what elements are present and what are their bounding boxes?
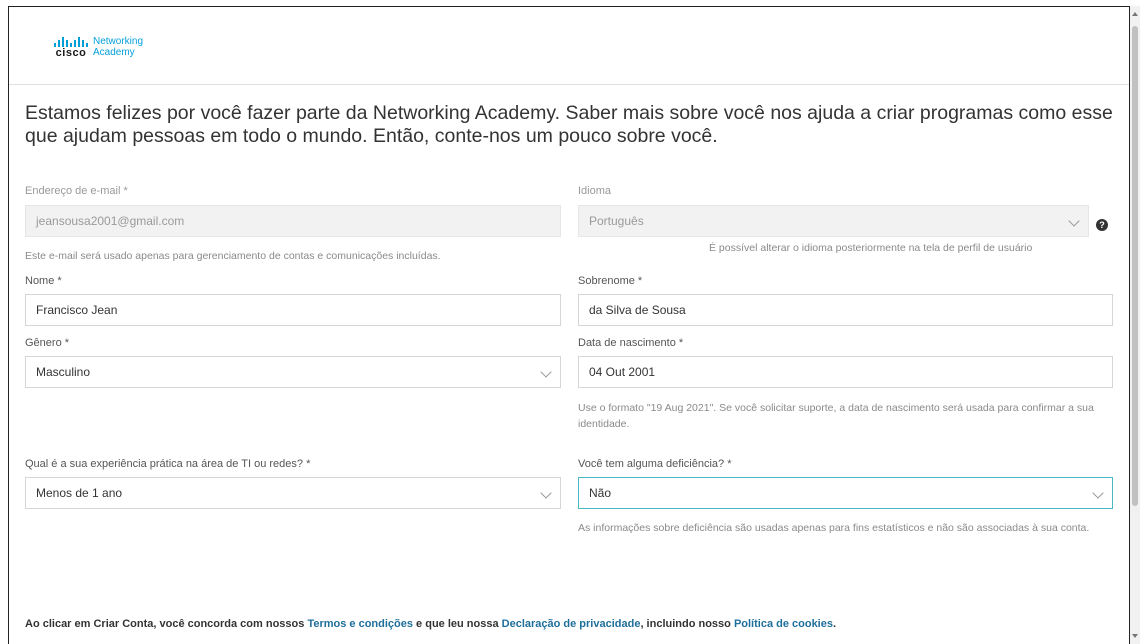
cisco-logo-mark: cisco: [54, 37, 88, 59]
email-value: jeansousa2001@gmail.com: [36, 214, 185, 228]
scrollbar-thumb[interactable]: [1132, 26, 1138, 506]
disability-label: Você tem alguma deficiência? *: [578, 458, 732, 470]
first-name-input[interactable]: Francisco Jean: [25, 294, 561, 326]
experience-label: Qual é a sua experiência prática na área…: [25, 458, 311, 470]
last-name-value: da Silva de Sousa: [589, 303, 686, 317]
page-frame: cisco Networking Academy Estamos felizes…: [8, 6, 1130, 644]
terms-middle2: , incluindo nosso: [640, 618, 734, 630]
cisco-wordmark: cisco: [55, 47, 87, 59]
email-label: Endereço de e-mail *: [25, 185, 128, 197]
help-icon[interactable]: ?: [1096, 219, 1108, 231]
first-name-value: Francisco Jean: [36, 303, 118, 317]
intro-text: Estamos felizes por você fazer parte da …: [25, 102, 1113, 147]
gender-select[interactable]: Masculino: [25, 356, 561, 388]
product-name: Networking Academy: [93, 36, 143, 58]
terms-text: Ao clicar em Criar Conta, você concorda …: [25, 618, 836, 630]
terms-middle: e que leu nossa: [413, 618, 502, 630]
chevron-down-icon: [1068, 215, 1080, 227]
gender-label: Gênero *: [25, 337, 70, 349]
disability-value: Não: [589, 486, 612, 500]
terms-prefix: Ao clicar em Criar Conta, você concorda …: [25, 618, 308, 630]
chevron-down-icon: [540, 487, 552, 499]
birth-date-label: Data de nascimento *: [578, 337, 684, 349]
scroll-up-arrow-icon[interactable]: [1132, 12, 1138, 16]
product-name-line2: Academy: [93, 47, 135, 58]
last-name-input[interactable]: da Silva de Sousa: [578, 294, 1113, 326]
scroll-down-arrow-icon[interactable]: [1132, 634, 1138, 638]
chevron-down-icon: [1092, 487, 1104, 499]
disability-hint: As informações sobre deficiência são usa…: [578, 522, 1090, 534]
header: cisco Networking Academy: [9, 7, 1129, 85]
privacy-link[interactable]: Declaração de privacidade: [502, 618, 641, 630]
experience-value: Menos de 1 ano: [36, 486, 123, 500]
language-value: Português: [589, 214, 644, 228]
disability-select[interactable]: Não: [578, 477, 1113, 509]
birth-date-value: 04 Out 2001: [589, 365, 656, 379]
language-select: Português: [578, 205, 1089, 237]
email-field: jeansousa2001@gmail.com: [25, 205, 561, 237]
vertical-scrollbar[interactable]: [1130, 6, 1140, 644]
terms-suffix: .: [832, 618, 837, 630]
birth-date-hint: Use o formato "19 Aug 2021". Se você sol…: [578, 402, 1094, 430]
birth-date-input[interactable]: 04 Out 2001: [578, 356, 1113, 388]
cisco-networking-academy-logo: cisco Networking Academy: [54, 36, 143, 59]
cisco-bars-icon: [54, 37, 88, 47]
last-name-label: Sobrenome *: [578, 275, 643, 287]
language-hint: É possível alterar o idioma posteriormen…: [709, 242, 1033, 254]
chevron-down-icon: [540, 366, 552, 378]
cookies-link[interactable]: Política de cookies: [734, 618, 833, 630]
experience-select[interactable]: Menos de 1 ano: [25, 477, 561, 509]
language-label: Idioma: [578, 185, 612, 197]
first-name-label: Nome *: [25, 275, 62, 287]
product-name-line1: Networking: [93, 36, 144, 47]
email-hint: Este e-mail será usado apenas para geren…: [25, 250, 441, 262]
terms-link[interactable]: Termos e condições: [307, 618, 413, 630]
gender-value: Masculino: [36, 365, 91, 379]
